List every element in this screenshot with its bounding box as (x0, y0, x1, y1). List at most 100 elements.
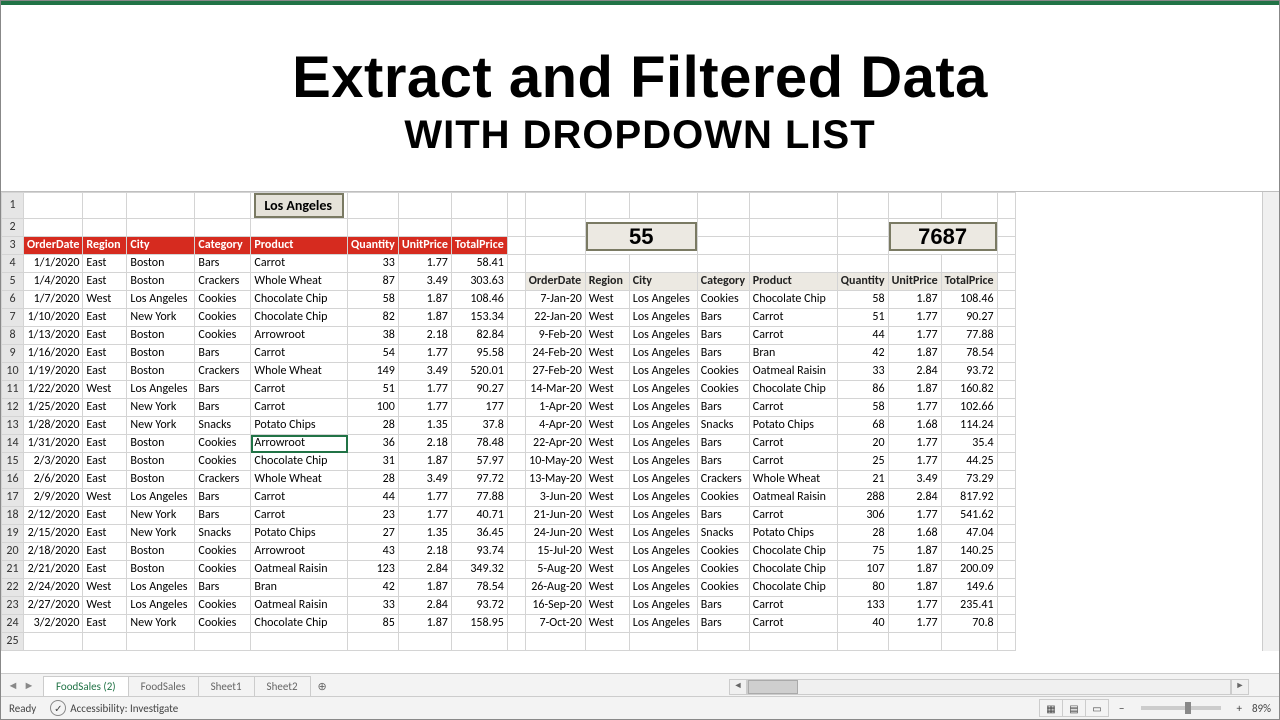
left-cell[interactable]: 28 (348, 417, 399, 435)
right-cell[interactable]: 27-Feb-20 (525, 363, 585, 381)
right-cell[interactable]: 3-Jun-20 (525, 489, 585, 507)
left-cell[interactable]: 1/1/2020 (24, 255, 83, 273)
left-cell[interactable]: 97.72 (451, 471, 507, 489)
row-header[interactable]: 17 (2, 489, 24, 507)
right-header[interactable]: UnitPrice (888, 273, 941, 291)
cell[interactable] (451, 219, 507, 237)
left-cell[interactable]: Chocolate Chip (251, 615, 348, 633)
left-cell[interactable]: 3/2/2020 (24, 615, 83, 633)
right-cell[interactable]: West (585, 417, 629, 435)
right-cell[interactable]: Los Angeles (629, 543, 697, 561)
tab-prev-icon[interactable]: ◄ (7, 679, 19, 692)
left-cell[interactable]: Cookies (195, 561, 251, 579)
right-cell[interactable]: 22-Jan-20 (525, 309, 585, 327)
spreadsheet-grid[interactable]: 1Los Angeles25576873OrderDateRegionCityC… (1, 192, 1016, 651)
left-cell[interactable]: 177 (451, 399, 507, 417)
right-cell[interactable]: 1.87 (888, 345, 941, 363)
left-cell[interactable]: 78.48 (451, 435, 507, 453)
left-cell[interactable]: Arrowroot (251, 543, 348, 561)
right-cell[interactable]: Los Angeles (629, 615, 697, 633)
left-cell[interactable]: 1.87 (398, 309, 451, 327)
sheet-tab[interactable]: Sheet1 (198, 676, 255, 696)
left-cell[interactable]: 158.95 (451, 615, 507, 633)
right-cell[interactable]: Crackers (697, 471, 749, 489)
right-cell[interactable]: 102.66 (941, 399, 997, 417)
right-cell[interactable]: Los Angeles (629, 363, 697, 381)
left-cell[interactable]: 1/13/2020 (24, 327, 83, 345)
left-cell[interactable]: Cookies (195, 435, 251, 453)
left-cell[interactable]: 1.77 (398, 399, 451, 417)
right-cell[interactable]: 4-Apr-20 (525, 417, 585, 435)
left-cell[interactable]: Snacks (195, 417, 251, 435)
left-cell[interactable]: 28 (348, 471, 399, 489)
vertical-scrollbar[interactable] (1262, 192, 1279, 651)
left-cell[interactable]: Potato Chips (251, 525, 348, 543)
scroll-left-icon[interactable]: ◄ (729, 679, 747, 695)
left-cell[interactable]: Bran (251, 579, 348, 597)
right-cell[interactable]: 90.27 (941, 309, 997, 327)
right-cell[interactable]: Cookies (697, 381, 749, 399)
left-cell[interactable]: Chocolate Chip (251, 291, 348, 309)
right-cell[interactable]: 78.54 (941, 345, 997, 363)
left-cell[interactable]: 303.63 (451, 273, 507, 291)
right-cell[interactable]: Bars (697, 345, 749, 363)
left-cell[interactable]: Los Angeles (127, 381, 195, 399)
left-cell[interactable]: 1/7/2020 (24, 291, 83, 309)
left-cell[interactable]: 27 (348, 525, 399, 543)
left-header[interactable]: Quantity (348, 237, 399, 255)
left-cell[interactable]: 37.8 (451, 417, 507, 435)
left-cell[interactable]: West (83, 579, 127, 597)
left-cell[interactable]: West (83, 597, 127, 615)
row-header[interactable]: 24 (2, 615, 24, 633)
left-cell[interactable]: 3.49 (398, 471, 451, 489)
row-header[interactable]: 9 (2, 345, 24, 363)
right-cell[interactable]: 44.25 (941, 453, 997, 471)
left-cell[interactable]: 1/22/2020 (24, 381, 83, 399)
row-header[interactable]: 11 (2, 381, 24, 399)
left-cell[interactable]: 3.49 (398, 363, 451, 381)
right-cell[interactable]: Los Angeles (629, 489, 697, 507)
right-cell[interactable]: Snacks (697, 525, 749, 543)
left-cell[interactable]: Cookies (195, 291, 251, 309)
right-cell[interactable]: 21 (837, 471, 888, 489)
right-cell[interactable]: Bran (749, 345, 837, 363)
left-cell[interactable]: Arrowroot (251, 435, 348, 453)
right-cell[interactable]: 9-Feb-20 (525, 327, 585, 345)
zoom-in-icon[interactable]: + (1237, 702, 1242, 715)
right-cell[interactable]: Carrot (749, 309, 837, 327)
right-cell[interactable]: Los Angeles (629, 453, 697, 471)
left-header[interactable]: TotalPrice (451, 237, 507, 255)
right-cell[interactable]: Los Angeles (629, 525, 697, 543)
left-cell[interactable]: 2.18 (398, 435, 451, 453)
right-cell[interactable]: 21-Jun-20 (525, 507, 585, 525)
left-cell[interactable]: 349.32 (451, 561, 507, 579)
cell[interactable] (888, 633, 941, 651)
cell[interactable] (585, 193, 629, 219)
left-cell[interactable]: 1.77 (398, 507, 451, 525)
left-cell[interactable]: 1.87 (398, 579, 451, 597)
left-header[interactable]: Product (251, 237, 348, 255)
row-header[interactable]: 5 (2, 273, 24, 291)
cell[interactable] (127, 219, 195, 237)
left-cell[interactable]: Snacks (195, 525, 251, 543)
left-cell[interactable]: 40.71 (451, 507, 507, 525)
left-cell[interactable]: 95.58 (451, 345, 507, 363)
right-cell[interactable]: 70.8 (941, 615, 997, 633)
horizontal-scrollbar[interactable]: ◄ ► (729, 678, 1249, 696)
cell[interactable] (837, 633, 888, 651)
right-cell[interactable]: 114.24 (941, 417, 997, 435)
left-cell[interactable]: Bars (195, 345, 251, 363)
cell[interactable] (749, 633, 837, 651)
right-cell[interactable]: Carrot (749, 435, 837, 453)
left-cell[interactable]: 87 (348, 273, 399, 291)
cell[interactable] (83, 219, 127, 237)
left-cell[interactable]: 1/28/2020 (24, 417, 83, 435)
left-cell[interactable]: 2/12/2020 (24, 507, 83, 525)
left-cell[interactable]: Los Angeles (127, 579, 195, 597)
cell[interactable] (24, 219, 83, 237)
right-cell[interactable]: 1.77 (888, 615, 941, 633)
right-cell[interactable]: 22-Apr-20 (525, 435, 585, 453)
right-cell[interactable]: 817.92 (941, 489, 997, 507)
right-cell[interactable]: 15-Jul-20 (525, 543, 585, 561)
cell[interactable] (697, 237, 749, 255)
